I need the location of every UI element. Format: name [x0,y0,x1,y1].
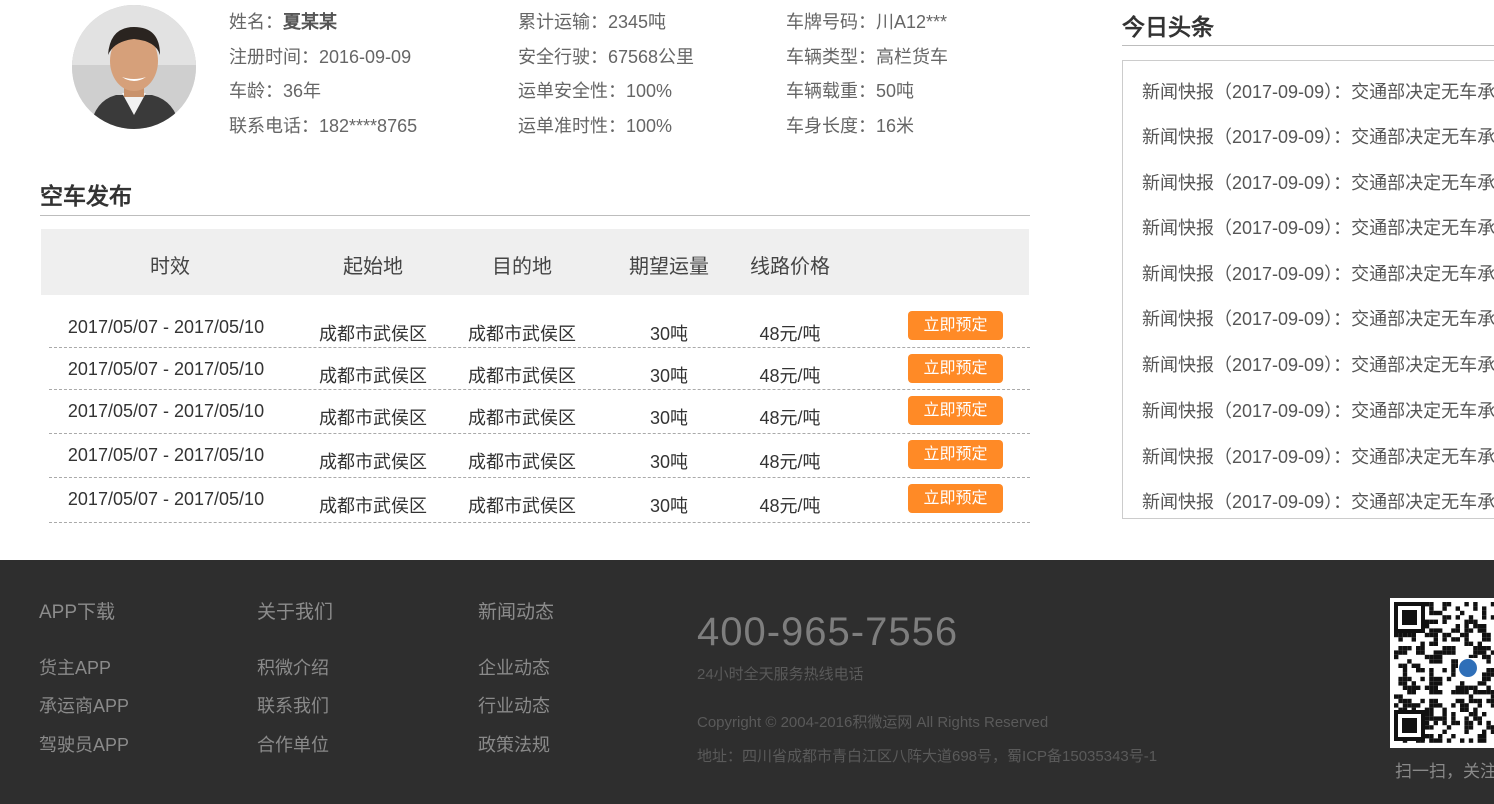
profile-vehicle-length: 车身长度：16米 [786,115,915,136]
footer-link-shipper-app[interactable]: 货主APP [39,654,111,680]
origin-cell: 成都市武侯区 [319,496,427,516]
footer-link-intro[interactable]: 积微介绍 [257,654,329,680]
news-list: 新闻快报（2017-09-09）：交通部决定无车承 新闻快报（2017-09-09… [1122,60,1494,519]
header-volume: 期望运量 [629,256,709,278]
footer-heading-app: APP下载 [39,602,116,623]
destination-cell: 成都市武侯区 [468,408,576,428]
book-now-button[interactable]: 立即预定 [908,354,1003,383]
table-header: 时效 起始地 目的地 期望运量 线路价格 [41,229,1029,295]
footer-heading-about: 关于我们 [257,602,334,623]
footer-heading-news: 新闻动态 [478,602,555,623]
footer-link-partners[interactable]: 合作单位 [257,731,329,757]
news-divider [1122,45,1494,46]
profile-vehicle-load: 车辆载重：50吨 [786,81,915,101]
hotline-number: 400-965-7556 [697,610,959,654]
volume-cell: 30吨 [649,408,689,428]
qr-code-icon [1390,598,1494,748]
profile-plate-number: 车牌号码：川A12*** [786,12,948,32]
table-row: 2017/05/07 - 2017/05/10 成都市武侯区 成都市武侯区 30吨 48… [49,348,1030,390]
news-item[interactable]: 新闻快报（2017-09-09）：交通部决定无车承 [1142,443,1494,469]
book-now-button[interactable]: 立即预定 [908,311,1003,340]
period-cell: 2017/05/07 - 2017/05/10 [67,445,265,465]
period-cell: 2017/05/07 - 2017/05/10 [67,489,265,509]
news-item[interactable]: 新闻快报（2017-09-09）：交通部决定无车承 [1142,78,1494,104]
footer-link-contact[interactable]: 联系我们 [257,692,329,718]
destination-cell: 成都市武侯区 [468,496,576,516]
destination-cell: 成都市武侯区 [468,452,576,472]
price-cell: 48元/吨 [759,408,821,428]
news-item[interactable]: 新闻快报（2017-09-09）：交通部决定无车承 [1142,351,1494,377]
header-price: 线路价格 [750,256,830,278]
news-item[interactable]: 新闻快报（2017-09-09）：交通部决定无车承 [1142,169,1494,195]
header-origin: 起始地 [343,256,403,278]
copyright-text: Copyright © 2004-2016积微运网 All Rights Res… [697,714,1049,731]
profile-vehicle-type: 车辆类型：高栏货车 [786,46,948,67]
price-cell: 48元/吨 [759,452,821,472]
footer-link-company-news[interactable]: 企业动态 [478,654,550,680]
origin-cell: 成都市武侯区 [319,452,427,472]
book-now-button[interactable]: 立即预定 [908,484,1003,513]
period-cell: 2017/05/07 - 2017/05/10 [67,317,265,337]
destination-cell: 成都市武侯区 [468,324,576,344]
volume-cell: 30吨 [649,366,689,386]
news-item[interactable]: 新闻快报（2017-09-09）：交通部决定无车承 [1142,305,1494,331]
empty-trucks-title: 空车发布 [40,183,132,209]
table-row: 2017/05/07 - 2017/05/10 成都市武侯区 成都市武侯区 30吨 48… [49,434,1030,478]
table-row: 2017/05/07 - 2017/05/10 成都市武侯区 成都市武侯区 30吨 48… [49,478,1030,523]
price-cell: 48元/吨 [759,496,821,516]
site-footer: APP下载 关于我们 新闻动态 货主APP 承运商APP 驾驶员APP 积微介绍… [0,560,1494,804]
footer-link-driver-app[interactable]: 驾驶员APP [39,731,129,757]
book-now-button[interactable]: 立即预定 [908,440,1003,469]
profile-column-personal: 姓名：夏某某 注册时间：2016-09-09 车龄：36年 联系电话：182**… [229,5,417,143]
news-item[interactable]: 新闻快报（2017-09-09）：交通部决定无车承 [1142,397,1494,423]
profile-safety-rate: 运单安全性：100% [518,81,673,101]
volume-cell: 30吨 [649,324,689,344]
qr-caption: 扫一扫，关注 [1395,762,1494,781]
profile-total-transport: 累计运输：2345吨 [518,12,667,32]
profile-vehicle-age: 车龄：36年 [229,81,322,101]
table-row: 2017/05/07 - 2017/05/10 成都市武侯区 成都市武侯区 30吨 48… [49,306,1030,348]
profile-column-vehicle: 车牌号码：川A12*** 车辆类型：高栏货车 车辆载重：50吨 车身长度：16米 [786,5,948,143]
table-row: 2017/05/07 - 2017/05/10 成都市武侯区 成都市武侯区 30吨 48… [49,390,1030,434]
origin-cell: 成都市武侯区 [319,408,427,428]
profile-register-date: 注册时间：2016-09-09 [229,46,412,67]
news-item[interactable]: 新闻快报（2017-09-09）：交通部决定无车承 [1142,123,1494,149]
hotline-caption: 24小时全天服务热线电话 [697,666,864,683]
news-item[interactable]: 新闻快报（2017-09-09）：交通部决定无车承 [1142,214,1494,240]
address-text: 地址：四川省成都市青白江区八阵大道698号，蜀ICP备15035343号-1 [697,748,1158,765]
footer-link-carrier-app[interactable]: 承运商APP [39,692,129,718]
driver-avatar [72,5,196,129]
destination-cell: 成都市武侯区 [468,366,576,386]
origin-cell: 成都市武侯区 [319,366,427,386]
profile-name: 姓名：夏某某 [229,12,337,32]
price-cell: 48元/吨 [759,366,821,386]
news-title: 今日头条 [1122,14,1214,40]
profile-safe-distance: 安全行驶：67568公里 [518,46,695,67]
profile-phone: 联系电话：182****8765 [229,115,418,136]
volume-cell: 30吨 [649,496,689,516]
section-divider [40,215,1030,216]
period-cell: 2017/05/07 - 2017/05/10 [67,401,265,421]
footer-link-policies[interactable]: 政策法规 [478,731,550,757]
news-item[interactable]: 新闻快报（2017-09-09）：交通部决定无车承 [1142,488,1494,514]
footer-link-industry-news[interactable]: 行业动态 [478,692,550,718]
news-item[interactable]: 新闻快报（2017-09-09）：交通部决定无车承 [1142,260,1494,286]
origin-cell: 成都市武侯区 [319,324,427,344]
book-now-button[interactable]: 立即预定 [908,396,1003,425]
price-cell: 48元/吨 [759,324,821,344]
profile-column-stats: 累计运输：2345吨 安全行驶：67568公里 运单安全性：100% 运单准时性… [518,5,694,143]
header-destination: 目的地 [492,256,552,278]
header-period: 时效 [150,256,190,278]
volume-cell: 30吨 [649,452,689,472]
profile-ontime-rate: 运单准时性：100% [518,115,673,136]
period-cell: 2017/05/07 - 2017/05/10 [67,359,265,379]
